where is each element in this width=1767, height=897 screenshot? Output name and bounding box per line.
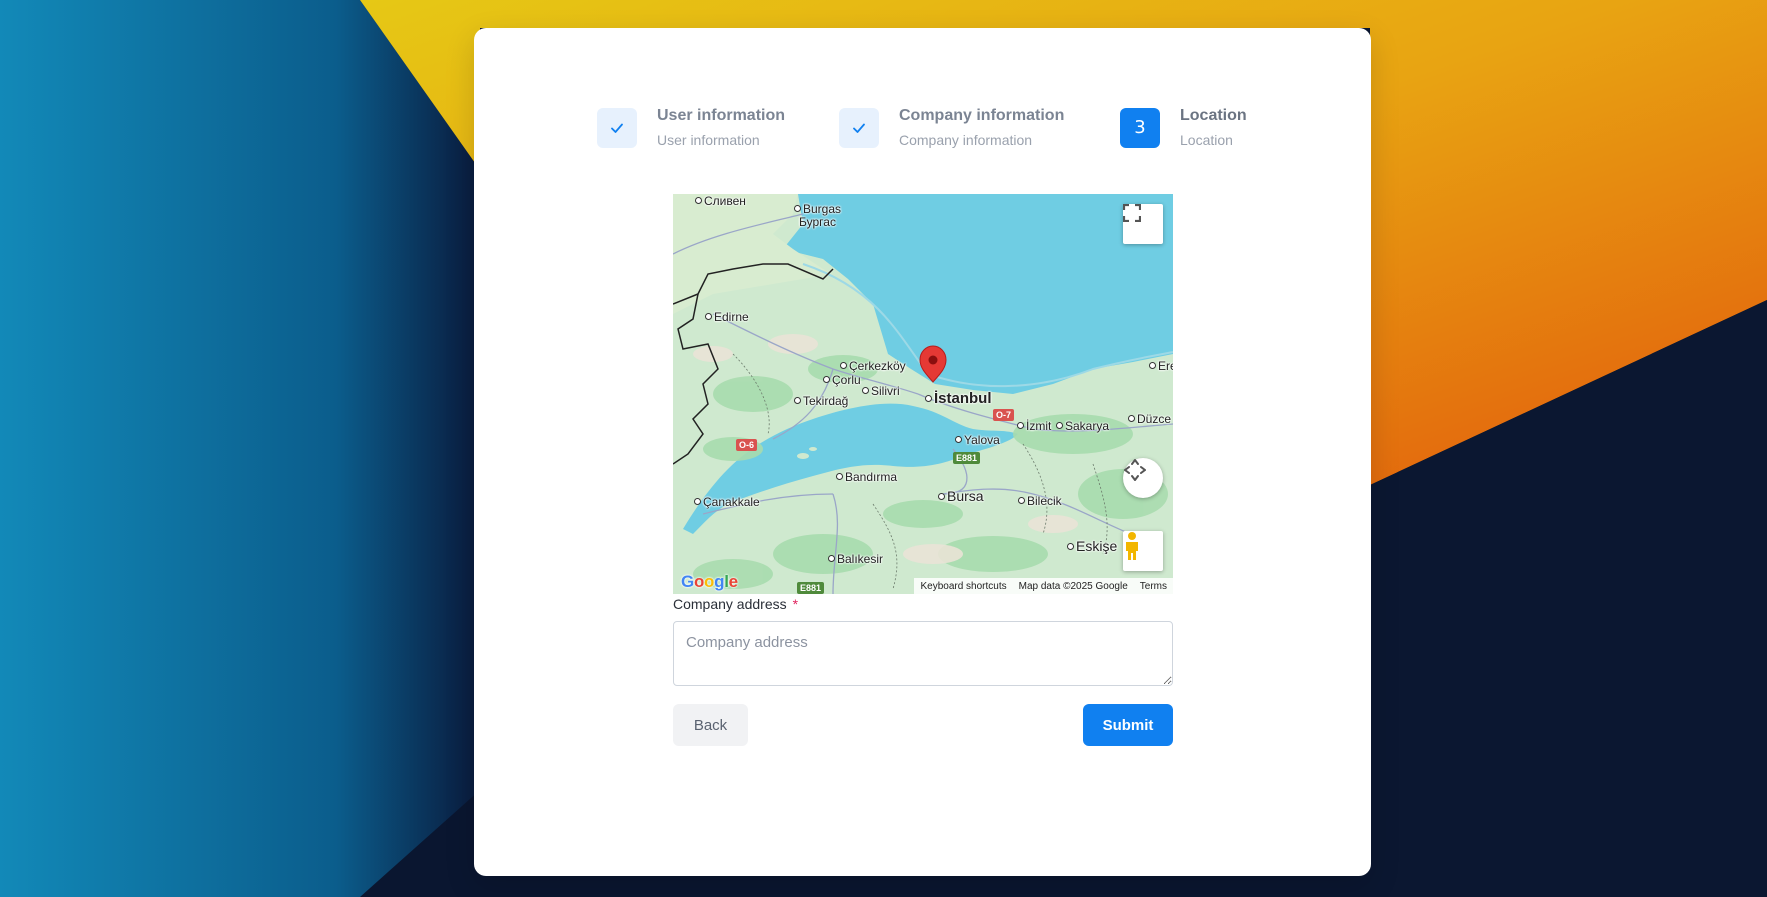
step-number-badge: 3 xyxy=(1120,107,1160,148)
step-complete-badge xyxy=(597,107,637,148)
check-icon xyxy=(853,123,865,133)
map-attribution: Keyboard shortcuts Map data ©2025 Google… xyxy=(914,578,1173,594)
google-logo: Google xyxy=(681,572,738,591)
map-label: İzmit xyxy=(1017,419,1051,433)
step-company-information[interactable]: Company information Company information xyxy=(839,106,1064,149)
map-label: Balıkesir xyxy=(828,552,883,566)
map-label: Edirne xyxy=(705,310,749,324)
road-shield: E881 xyxy=(953,452,981,464)
road-shield: O-7 xyxy=(993,409,1015,421)
step-user-information[interactable]: User information User information xyxy=(597,106,785,149)
map-label: Бургас xyxy=(799,215,836,229)
map-label: Silivri xyxy=(862,384,900,398)
map-label: Yalova xyxy=(955,433,1000,447)
road-shield: E881 xyxy=(797,582,825,594)
keyboard-shortcuts-link[interactable]: Keyboard shortcuts xyxy=(920,581,1006,592)
back-button[interactable]: Back xyxy=(673,704,748,746)
map-label: Сливен xyxy=(695,194,746,208)
map-data-credit: Map data ©2025 Google xyxy=(1018,580,1128,592)
submit-button[interactable]: Submit xyxy=(1083,704,1173,746)
step-subtitle: User information xyxy=(657,132,760,148)
terms-link[interactable]: Terms xyxy=(1140,581,1167,592)
map-label: Eskişe xyxy=(1067,538,1117,554)
map-tiles xyxy=(673,194,1173,594)
map-label: Ere xyxy=(1149,359,1173,373)
camera-control-button[interactable] xyxy=(1123,458,1163,498)
step-subtitle: Company information xyxy=(899,132,1033,148)
wizard-card: User information User information Compan… xyxy=(474,28,1371,876)
location-map[interactable]: Сливен Burgas Бургас Edirne Çerkezköy Ço… xyxy=(673,194,1173,594)
step-title: Company information xyxy=(899,107,1065,124)
map-label: Düzce xyxy=(1128,412,1171,426)
map-label: Bilecik xyxy=(1018,494,1062,508)
map-label: İstanbul xyxy=(925,390,992,407)
company-address-input[interactable] xyxy=(673,621,1173,686)
map-label: Tekirdağ xyxy=(794,394,848,408)
step-complete-badge xyxy=(839,107,879,148)
map-label: Çorlu xyxy=(823,373,861,387)
street-view-button[interactable] xyxy=(1123,531,1163,571)
fullscreen-icon xyxy=(1123,204,1141,222)
map-label: Burgas xyxy=(794,202,841,216)
fullscreen-button[interactable] xyxy=(1123,204,1163,244)
camera-control-icon xyxy=(1124,459,1146,481)
map-label: Çanakkale xyxy=(694,495,760,509)
map-label: Bursa xyxy=(938,488,984,504)
road-shield: O-6 xyxy=(736,439,758,451)
step-title: Location xyxy=(1180,107,1247,124)
step-title: User information xyxy=(657,107,786,124)
map-label: Çerkezköy xyxy=(840,359,906,373)
map-label: Bandırma xyxy=(836,470,897,484)
step-subtitle: Location xyxy=(1180,132,1233,148)
step-location[interactable]: 3 Location Location xyxy=(1120,106,1247,149)
required-marker: * xyxy=(792,596,799,612)
check-icon xyxy=(611,123,623,133)
pegman-icon xyxy=(1126,532,1138,560)
company-address-label: Company address * xyxy=(673,596,799,612)
map-label: Sakarya xyxy=(1056,419,1109,433)
